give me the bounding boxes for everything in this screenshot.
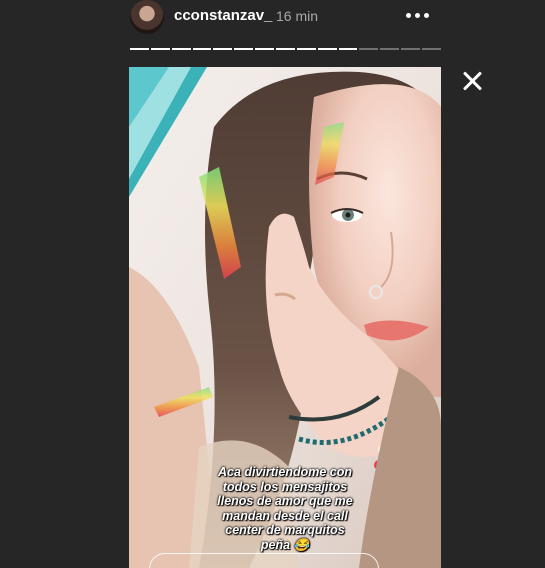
- progress-segment: [380, 48, 400, 50]
- close-icon[interactable]: [456, 65, 488, 97]
- progress-segment: [422, 48, 441, 50]
- story-caption: Aca divirtiendome con todos los mensajit…: [217, 465, 353, 552]
- progress-segment: [213, 48, 233, 50]
- story-header: cconstanzav_ 16 min: [0, 0, 545, 34]
- more-options-icon[interactable]: [401, 4, 435, 28]
- reply-input[interactable]: [149, 553, 379, 568]
- story-viewer[interactable]: Aca divirtiendome con todos los mensajit…: [129, 67, 441, 568]
- timestamp: 16 min: [276, 8, 319, 24]
- username[interactable]: cconstanzav_: [174, 7, 272, 24]
- progress-segment: [234, 48, 254, 50]
- progress-segment: [338, 48, 358, 50]
- progress-segment: [130, 48, 149, 50]
- progress-segment: [359, 48, 379, 50]
- progress-segment: [401, 48, 421, 50]
- progress-segment: [192, 48, 212, 50]
- story-progress-bar: [130, 48, 441, 50]
- avatar[interactable]: [130, 0, 164, 34]
- progress-segment: [171, 48, 191, 50]
- progress-segment: [276, 48, 295, 50]
- progress-segment: [150, 48, 170, 50]
- progress-segment: [296, 48, 316, 50]
- progress-segment: [317, 48, 337, 50]
- progress-segment: [255, 48, 275, 50]
